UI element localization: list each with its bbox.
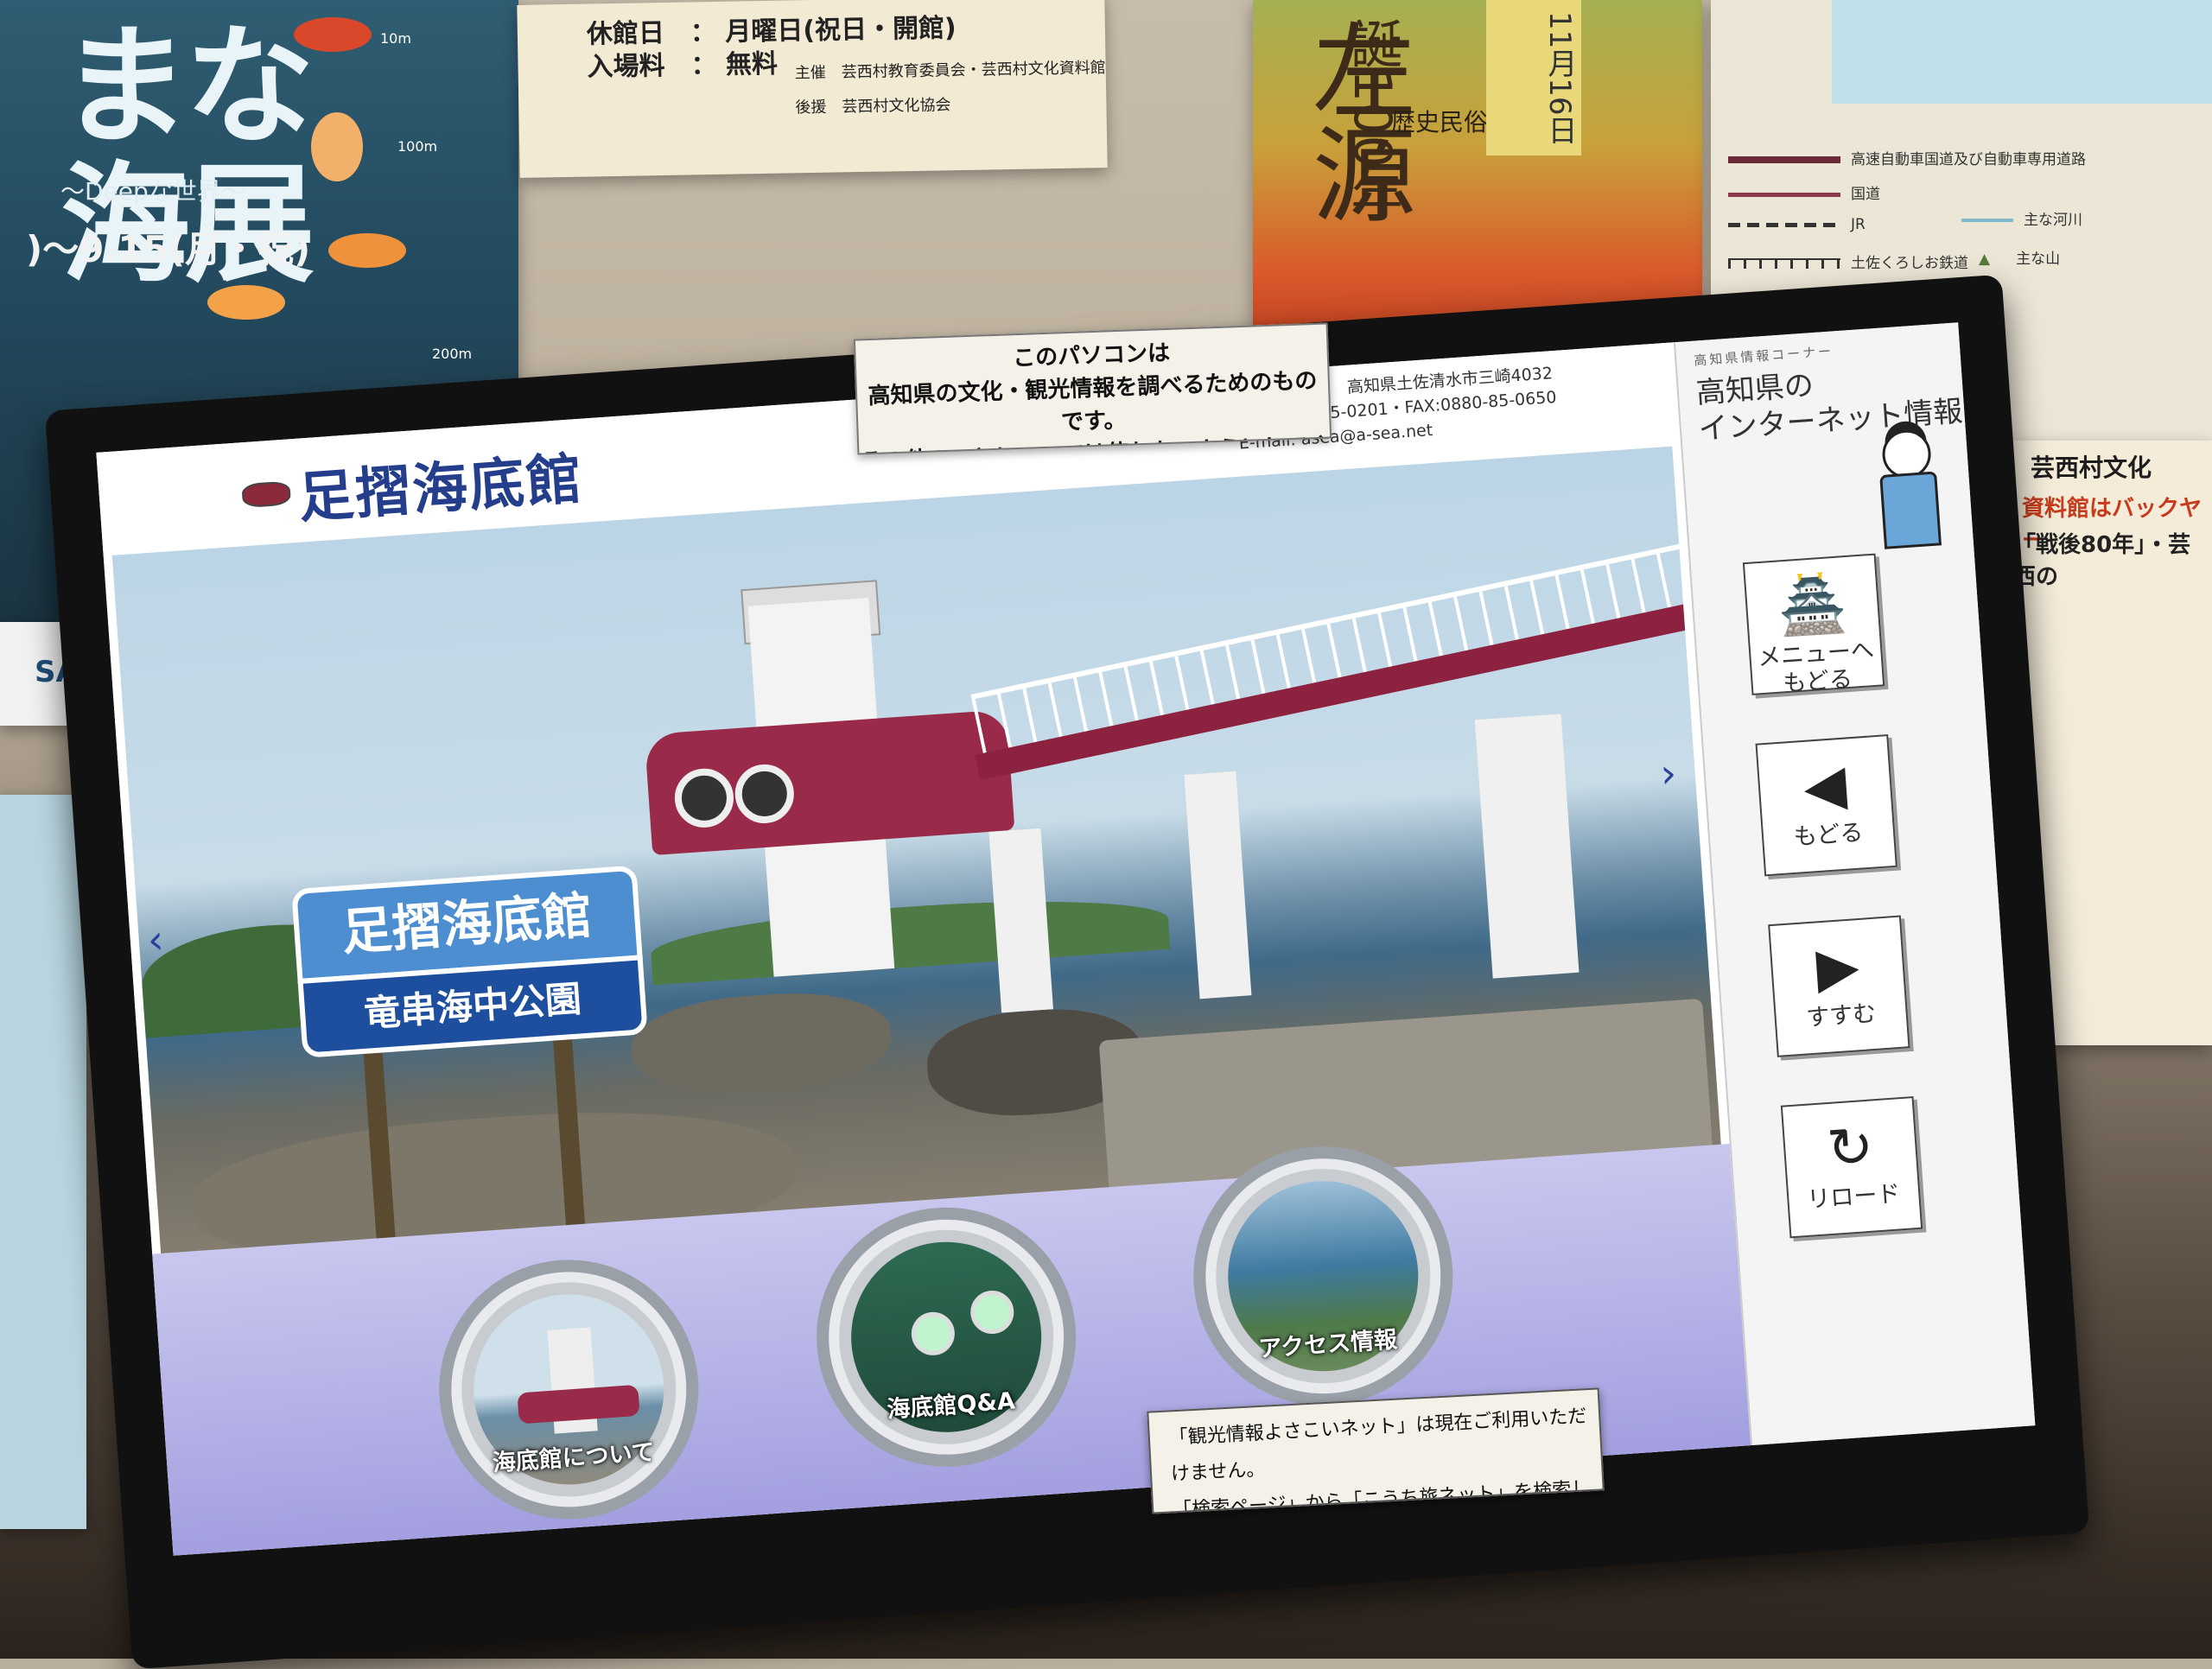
fish-illustration <box>328 233 406 268</box>
website-frame: 足摺海底館 〒787-0450 高知県土佐清水市三崎4032 TEL:0880-… <box>96 342 1751 1556</box>
forward-arrow-icon: ▶ <box>1814 934 1861 1001</box>
fee-row: 入場料 ： 無料 <box>587 48 779 83</box>
kiosk-screen: 足摺海底館 〒787-0450 高知県土佐清水市三崎4032 TEL:0880-… <box>96 322 2036 1556</box>
mascot-icon <box>1864 428 1949 549</box>
legend-label: 国道 <box>1851 186 1880 203</box>
depth-label: 100m <box>397 138 438 155</box>
legend-label: 主な河川 <box>2024 212 2082 229</box>
sign-bottom-text: 竜串海中公園 <box>362 977 583 1035</box>
usage-notice-sticker: このパソコンは 高知県の文化・観光情報を調べるためのものです。 その他のことにつ… <box>853 322 1332 455</box>
legend-swatch <box>1728 192 1840 197</box>
legend-item: ▲ 主な山 <box>1961 246 2177 268</box>
park-sign: 足摺海底館 竜串海中公園 <box>291 865 651 1095</box>
forward-button[interactable]: ▶ すすむ <box>1768 915 1910 1057</box>
castle-icon: 🏯 <box>1776 571 1849 640</box>
museum-poster-date: 11月16日 <box>1486 0 1581 155</box>
back-button[interactable]: ◀ もどる <box>1755 734 1897 877</box>
legend-item: 高速自動車国道及び自動車専用道路 <box>1728 147 2195 168</box>
legend-label: JR <box>1851 216 1866 233</box>
reload-label: リロード <box>1806 1180 1902 1214</box>
window-thumbnail <box>969 1289 1015 1336</box>
museum-notice-poster: 休館日 ： 月曜日(祝日・開館) 入場料 ： 無料 主催 芸西村教育委員会・芸西… <box>517 0 1108 178</box>
reload-icon: ↻ <box>1825 1114 1876 1183</box>
deepsea-poster-subtitle: ～Deepな世界～ <box>60 177 245 206</box>
map-area <box>1832 0 2212 104</box>
menu-return-button[interactable]: 🏯 メニューへ もどる <box>1742 553 1885 697</box>
mountain-icon: ▲ <box>1979 251 1991 268</box>
pillar <box>1474 714 1580 979</box>
left-pamphlet <box>0 795 86 1529</box>
pillar <box>988 828 1053 1013</box>
monitor: 足摺海底館 〒787-0450 高知県土佐清水市三崎4032 TEL:0880-… <box>44 274 2090 1669</box>
mascot-body <box>1879 471 1942 549</box>
legend-label: 高速自動車国道及び自動車専用道路 <box>1851 151 2086 168</box>
sponsor-text: 後援 芸西村文化協会 <box>795 96 951 117</box>
bridge-railing <box>970 542 1703 759</box>
depth-label: 10m <box>380 30 411 47</box>
legend-label: 土佐くろしお鉄道 <box>1851 255 1968 272</box>
legend-swatch <box>1728 258 1840 269</box>
sidebar-kicker: 高知県情報コーナー <box>1693 343 1834 369</box>
legend-swatch <box>1728 222 1840 227</box>
porthole-window <box>672 766 736 830</box>
forward-label: すすむ <box>1805 999 1878 1032</box>
legend-label: 主な山 <box>2016 251 2061 268</box>
site-logo[interactable]: 足摺海底館 <box>296 435 586 534</box>
legend-item: 主な河川 <box>1961 207 2177 229</box>
menu-return-label: メニューへ もどる <box>1757 636 1875 698</box>
porthole-link-access[interactable]: アクセス情報 <box>1185 1138 1462 1415</box>
slide-next-arrow[interactable]: › <box>1659 749 1678 796</box>
observatory-deck <box>644 709 1015 856</box>
fish-illustration <box>294 17 372 52</box>
right-poster-line3: 「戦後80年」・芸西の <box>2013 532 2191 590</box>
fish-illustration <box>311 112 363 181</box>
porthole-window <box>733 762 797 826</box>
fee-value: 無料 <box>725 48 779 80</box>
legend-item: 国道 <box>1728 181 2195 203</box>
window-thumbnail <box>910 1310 957 1357</box>
submarine-logo-icon <box>241 480 292 509</box>
right-poster-line1: 芸西村文化 <box>2031 454 2152 482</box>
porthole-link-qa[interactable]: 海底館Q&A <box>808 1198 1085 1475</box>
fish-illustration <box>207 285 285 320</box>
fee-label: 入場料 <box>587 50 665 83</box>
back-arrow-icon: ◀ <box>1802 752 1849 820</box>
deepsea-poster-date: )～9.15(月・祝) <box>26 228 311 270</box>
legend-swatch <box>1728 156 1840 163</box>
depth-label: 200m <box>432 346 473 362</box>
island-shape <box>649 888 1171 986</box>
rock <box>628 986 894 1100</box>
tower-thumbnail-deck <box>517 1384 640 1425</box>
legend-swatch <box>1961 219 2013 222</box>
porthole-link-about[interactable]: 海底館について <box>430 1251 708 1528</box>
organizer-text: 主催 芸西村教育委員会・芸西村文化資料館 <box>794 59 1106 83</box>
pillar <box>1184 771 1252 999</box>
reload-button[interactable]: ↻ リロード <box>1780 1096 1923 1239</box>
back-label: もどる <box>1792 819 1865 851</box>
slide-prev-arrow[interactable]: ‹ <box>146 916 165 963</box>
